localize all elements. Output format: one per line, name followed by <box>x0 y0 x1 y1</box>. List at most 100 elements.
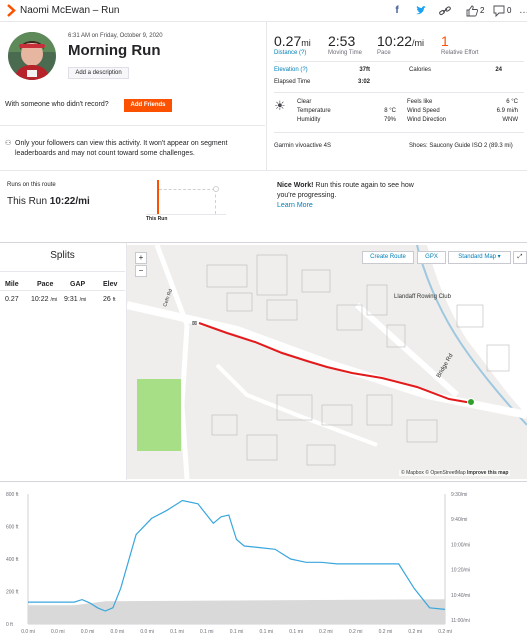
right-tick-label: 11:00/mi <box>451 618 470 624</box>
twitter-icon[interactable] <box>413 4 429 18</box>
x-tick-label: 0.1 mi <box>170 629 184 635</box>
feels-like-label: Feels like <box>407 99 433 105</box>
moving-time-label: Moving Time <box>328 50 363 56</box>
with-someone-text: With someone who didn't record? <box>5 101 109 108</box>
right-tick-label: 10:00/mi <box>451 542 470 548</box>
weather-icon: ☀ <box>274 98 286 113</box>
relative-effort-label: Relative Effort <box>441 50 479 56</box>
svg-text:⊠: ⊠ <box>192 320 197 327</box>
x-tick-label: 0.0 mi <box>140 629 154 635</box>
x-tick-label: 0.1 mi <box>230 629 244 635</box>
page-title: Naomi McEwan – Run <box>20 5 120 16</box>
pace-label: Pace <box>377 50 391 56</box>
elevation-value: 37ft <box>359 67 370 73</box>
gpx-button[interactable]: GPX <box>417 251 446 264</box>
splits-title: Splits <box>50 250 75 261</box>
wind-direction-label: Wind Direction <box>407 117 447 123</box>
add-friends-button[interactable]: Add Friends <box>124 99 172 112</box>
kudos-count: 2 <box>480 6 485 15</box>
x-tick-label: 0.0 mi <box>111 629 125 635</box>
splits-header-mile: Mile <box>5 281 19 288</box>
right-tick-label: 9:30/mi <box>451 492 467 498</box>
zoom-out-button[interactable]: − <box>135 265 147 277</box>
x-tick-label: 0.2 mi <box>349 629 363 635</box>
calories-value: 24 <box>495 67 502 73</box>
x-tick-label: 0.1 mi <box>200 629 214 635</box>
distance-label[interactable]: Distance (?) <box>274 50 306 56</box>
this-run-bar[interactable] <box>157 180 159 214</box>
zoom-in-button[interactable]: + <box>135 252 147 264</box>
people-icon: ⚇ <box>5 140 12 147</box>
divider <box>0 242 527 243</box>
x-tick-label: 0.2 mi <box>379 629 393 635</box>
nice-work-text: Nice Work! Run this route again to see h… <box>277 182 414 199</box>
comment-icon[interactable] <box>491 4 507 18</box>
kudos-thumb-icon[interactable] <box>464 4 480 18</box>
x-tick-label: 0.2 mi <box>319 629 333 635</box>
this-run-bar-label: This Run <box>146 216 168 222</box>
humidity-label: Humidity <box>297 117 321 123</box>
x-tick-label: 0.0 mi <box>81 629 95 635</box>
splits-header-elev: Elev <box>103 281 118 288</box>
device-name: Garmin vívoactive 4S <box>274 143 332 149</box>
left-tick-label: 600 ft <box>6 525 19 531</box>
right-tick-label: 10:40/mi <box>451 593 470 599</box>
divider <box>0 481 527 482</box>
privacy-note: Only your followers can view this activi… <box>15 140 228 157</box>
route-map[interactable]: ⊠ + − Create Route GPX Standard Map ▾ ⤢ … <box>127 245 527 479</box>
left-tick-label: 200 ft <box>6 590 19 596</box>
activity-title[interactable]: Morning Run <box>68 42 160 59</box>
link-icon[interactable] <box>437 4 453 18</box>
right-tick-label: 10:20/mi <box>451 568 470 574</box>
elapsed-label: Elapsed Time <box>274 79 311 85</box>
divider <box>274 61 524 62</box>
chevron-right-icon[interactable] <box>6 4 16 17</box>
comment-count: 0 <box>507 6 512 15</box>
elapsed-value: 3:02 <box>357 79 370 85</box>
create-route-button[interactable]: Create Route <box>362 251 414 264</box>
map-type-select[interactable]: Standard Map ▾ <box>448 251 511 264</box>
divider <box>274 92 524 93</box>
moving-time-stat: 2:53 <box>328 33 356 49</box>
divider <box>0 125 265 126</box>
elevation-label[interactable]: Elevation (?) <box>274 67 308 73</box>
humidity-value: 79% <box>383 117 396 123</box>
x-tick-label: 0.0 mi <box>21 629 35 635</box>
left-tick-label: 400 ft <box>6 557 19 563</box>
x-tick-label: 0.2 mi <box>438 629 452 635</box>
divider <box>0 271 125 272</box>
this-run-pace: This Run 10:22/mi <box>7 196 90 207</box>
learn-more-link[interactable]: Learn More <box>277 202 313 209</box>
map-label-place: Llandaff Rowing Club <box>394 294 451 300</box>
split-elev: 26 ft <box>103 296 116 303</box>
dashed-line <box>159 189 215 190</box>
divider <box>0 290 125 291</box>
x-tick-label: 0.2 mi <box>408 629 422 635</box>
facebook-icon[interactable]: f <box>389 4 405 18</box>
avatar[interactable] <box>8 32 56 80</box>
pace-stat: 10:22/mi <box>377 33 425 49</box>
wind-direction-value: WNW <box>502 117 518 123</box>
split-mile: 0.27 <box>5 296 19 303</box>
fullscreen-icon[interactable]: ⤢ <box>513 251 527 264</box>
map-attribution[interactable]: © Mapbox © OpenStreetMap Improve this ma… <box>399 470 511 476</box>
distance-stat: 0.27mi <box>274 33 311 49</box>
page-header: Naomi McEwan – Run f 2 0 … <box>0 0 527 22</box>
elevation-pace-chart[interactable]: 0 ft 200 ft 400 ft 600 ft 800 ft 9:30/mi 9:40/… <box>0 484 527 640</box>
shoes-info[interactable]: Shoes: Saucony Guide ISO 2 (89.3 mi) <box>409 143 513 149</box>
calories-label: Calories <box>409 67 432 73</box>
feels-like-value: 6 °C <box>506 99 518 105</box>
more-options-icon[interactable]: … <box>516 4 527 18</box>
activity-datetime: 6:31 AM on Friday, October 9, 2020 <box>68 33 163 39</box>
dashed-line <box>215 189 216 214</box>
add-description-button[interactable]: Add a description <box>68 67 129 79</box>
divider <box>274 132 524 133</box>
splits-header-pace: Pace <box>37 281 54 288</box>
column-divider <box>266 22 267 170</box>
divider <box>0 170 527 171</box>
relative-effort-stat[interactable]: 1 <box>441 33 449 49</box>
x-tick-label: 0.1 mi <box>259 629 273 635</box>
pace-series-line <box>28 499 446 612</box>
right-tick-label: 9:40/mi <box>451 517 467 523</box>
temperature-label: Temperature <box>297 108 331 114</box>
